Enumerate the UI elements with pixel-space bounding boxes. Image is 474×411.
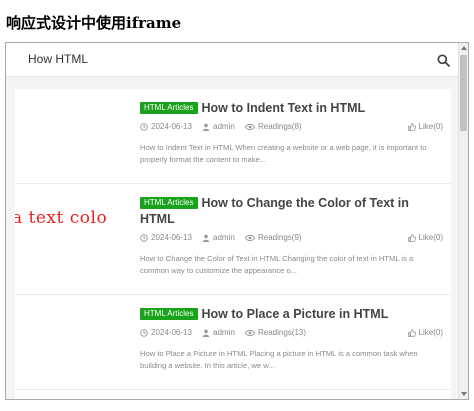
clock-icon (140, 122, 148, 131)
article-thumbnail[interactable] (15, 89, 133, 183)
thumbs-up-icon (407, 122, 416, 131)
article-excerpt: How to Indent Text in HTML When creating… (140, 143, 427, 164)
like-button[interactable]: Like(0) (407, 233, 443, 242)
article-author[interactable]: admin (213, 122, 235, 131)
search-icon (436, 53, 450, 67)
scrollbar-thumb[interactable] (460, 55, 467, 131)
like-button[interactable]: Like(0) (407, 122, 443, 131)
article-readings: Readings(9) (258, 233, 302, 242)
article-author[interactable]: admin (213, 328, 235, 337)
article-title-line: HTML Articles How to Change the Color of … (140, 195, 443, 227)
category-tag[interactable]: HTML Articles (140, 102, 198, 114)
article-date: 2024-06-13 (151, 328, 192, 337)
article-readings: Readings(8) (258, 122, 302, 131)
article-author[interactable]: admin (213, 233, 235, 242)
eye-icon (245, 123, 255, 130)
article-card: HTML Articles How to Place a Picture in H… (15, 295, 451, 390)
article-title-link[interactable]: How to Indent Text in HTML (202, 101, 366, 115)
clock-icon (140, 328, 148, 337)
article-thumbnail[interactable] (15, 390, 133, 399)
article-meta: 2024-06-13 admin Readings(13) Like(0) (140, 328, 443, 340)
article-card (15, 390, 451, 399)
article-excerpt: How to Place a Picture in HTML Placing a… (140, 349, 418, 370)
thumbnail-image-text: a text colo (15, 208, 108, 228)
article-date: 2024-06-13 (151, 233, 192, 242)
arrow-down-icon (461, 392, 467, 396)
clock-icon (140, 233, 148, 242)
article-likes: Like(0) (418, 233, 443, 242)
user-icon (202, 329, 210, 337)
category-tag[interactable]: HTML Articles (140, 197, 198, 209)
user-icon (202, 123, 210, 131)
article-thumbnail[interactable]: a text colo (15, 184, 133, 294)
article-likes: Like(0) (418, 122, 443, 131)
article-likes: Like(0) (418, 328, 443, 337)
embedded-iframe[interactable]: How HTML HTML Articles How to Indent Text… (5, 42, 469, 400)
article-card: HTML Articles How to Indent Text in HTML … (15, 89, 451, 184)
eye-icon (245, 234, 255, 241)
vertical-scrollbar[interactable] (458, 43, 468, 399)
article-meta: 2024-06-13 admin Readings(9) Like(0) (140, 233, 443, 245)
scroll-down-button[interactable] (459, 389, 468, 399)
scroll-up-button[interactable] (459, 43, 468, 53)
like-button[interactable]: Like(0) (407, 328, 443, 337)
article-readings: Readings(13) (258, 328, 307, 337)
search-button[interactable] (432, 49, 454, 71)
site-title[interactable]: How HTML (28, 52, 88, 66)
arrow-up-icon (461, 46, 467, 50)
article-date: 2024-06-13 (151, 122, 192, 131)
site-header: How HTML (6, 43, 460, 77)
thumbs-up-icon (407, 328, 416, 337)
eye-icon (245, 329, 255, 336)
user-icon (202, 234, 210, 242)
article-meta: 2024-06-13 admin Readings(8) Like(0) (140, 122, 443, 134)
article-thumbnail[interactable] (15, 295, 133, 389)
thumbs-up-icon (407, 233, 416, 242)
article-title-link[interactable]: How to Place a Picture in HTML (202, 307, 389, 321)
article-excerpt: How to Change the Color of Text in HTML … (140, 254, 414, 275)
category-tag[interactable]: HTML Articles (140, 308, 198, 320)
article-list: HTML Articles How to Indent Text in HTML … (15, 89, 451, 399)
article-title-line: HTML Articles How to Place a Picture in H… (140, 306, 443, 322)
article-title-line: HTML Articles How to Indent Text in HTML (140, 100, 443, 116)
article-card: a text colo HTML Articles How to Change t… (15, 184, 451, 295)
page-heading: 响应式设计中使用iframe (6, 14, 182, 32)
